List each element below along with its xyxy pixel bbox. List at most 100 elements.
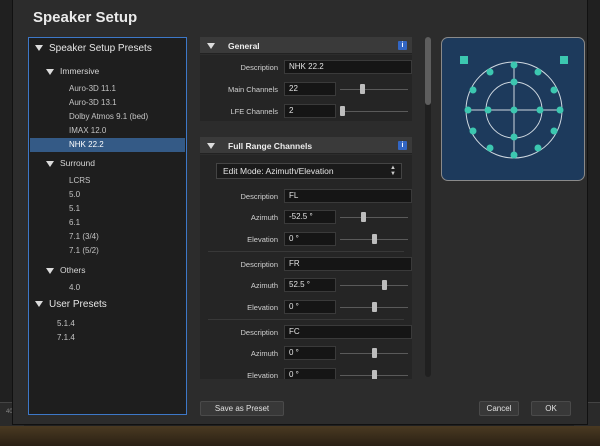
tree-group-immersive[interactable]: Immersive (46, 64, 99, 78)
description-field[interactable]: NHK 22.2 (284, 60, 412, 74)
speaker-marker[interactable] (510, 106, 518, 114)
azimuth-slider[interactable] (340, 348, 408, 358)
tree-root-speaker-setup-presets[interactable]: Speaker Setup Presets (35, 42, 152, 56)
lfe-channels-slider[interactable] (340, 106, 408, 116)
preset-item[interactable]: 4.0 (69, 281, 80, 295)
lfe-speaker-marker[interactable] (560, 56, 568, 64)
speaker-marker[interactable] (464, 106, 472, 114)
speaker-marker[interactable] (510, 78, 518, 86)
user-preset-item[interactable]: 7.1.4 (57, 331, 75, 345)
slider-thumb[interactable] (371, 370, 377, 379)
cancel-button[interactable]: Cancel (479, 401, 519, 416)
speaker-marker[interactable] (486, 144, 494, 152)
main-channels-field[interactable]: 22 (284, 82, 336, 96)
elevation-field[interactable]: 0 ° (284, 232, 336, 246)
expand-triangle-icon[interactable] (35, 301, 43, 308)
azimuth-field[interactable]: 0 ° (284, 346, 336, 360)
host-timeline-strip (0, 426, 600, 446)
lfe-channels-label: LFE Channels (230, 107, 278, 116)
elevation-field[interactable]: 0 ° (284, 368, 336, 379)
slider-thumb[interactable] (340, 106, 346, 116)
azimuth-field[interactable]: 52.5 ° (284, 278, 336, 292)
preset-item[interactable]: Auro-3D 13.1 (69, 96, 117, 110)
speaker-marker[interactable] (550, 127, 558, 135)
speaker-marker[interactable] (556, 106, 564, 114)
speaker-marker[interactable] (510, 61, 518, 69)
speaker-marker[interactable] (534, 68, 542, 76)
expand-triangle-icon[interactable] (46, 160, 54, 167)
elevation-field[interactable]: 0 ° (284, 300, 336, 314)
elevation-slider[interactable] (340, 302, 408, 312)
expand-triangle-icon[interactable] (46, 68, 54, 75)
main-channels-slider[interactable] (340, 84, 408, 94)
collapse-triangle-icon[interactable] (207, 43, 215, 49)
edit-mode-dropdown[interactable]: Edit Mode: Azimuth/Elevation ▲ ▼ (216, 163, 402, 179)
settings-scrollbar[interactable] (425, 37, 431, 377)
channel-description-field[interactable]: FL (284, 189, 412, 203)
channel-description-field[interactable]: FR (284, 257, 412, 271)
lfe-speaker-marker[interactable] (460, 56, 468, 64)
preset-item[interactable]: 5.0 (69, 188, 80, 202)
speaker-marker[interactable] (484, 106, 492, 114)
info-icon[interactable]: i (398, 141, 407, 150)
general-section-header[interactable]: General i (200, 37, 412, 54)
slider-thumb[interactable] (371, 234, 377, 244)
presets-panel[interactable]: Speaker Setup Presets Immersive Auro-3D … (28, 37, 187, 415)
elevation-label: Elevation (247, 303, 278, 312)
save-as-preset-button[interactable]: Save as Preset (200, 401, 284, 416)
collapse-triangle-icon[interactable] (207, 143, 215, 149)
info-icon[interactable]: i (398, 41, 407, 50)
speaker-layout-visualizer[interactable] (441, 37, 585, 181)
slider-thumb[interactable] (371, 302, 377, 312)
channel-description-label: Description (240, 260, 278, 269)
speaker-setup-dialog: Speaker Setup Speaker Setup Presets Imme… (12, 0, 588, 425)
preset-item[interactable]: Auro-3D 11.1 (69, 82, 116, 96)
full-range-section-header[interactable]: Full Range Channels i (200, 137, 412, 154)
user-preset-item[interactable]: 5.1.4 (57, 317, 75, 331)
expand-triangle-icon[interactable] (46, 267, 54, 274)
speaker-marker[interactable] (510, 151, 518, 159)
slider-thumb[interactable] (361, 212, 367, 222)
elevation-label: Elevation (247, 371, 278, 379)
description-label: Description (240, 63, 278, 72)
preset-item[interactable]: Dolby Atmos 9.1 (bed) (69, 110, 148, 124)
azimuth-slider[interactable] (340, 212, 408, 222)
elevation-label: Elevation (247, 235, 278, 244)
dialog-title: Speaker Setup (33, 9, 138, 26)
speaker-marker[interactable] (486, 68, 494, 76)
ok-button[interactable]: OK (531, 401, 571, 416)
slider-thumb[interactable] (381, 280, 387, 290)
expand-triangle-icon[interactable] (35, 45, 43, 52)
speaker-marker[interactable] (469, 86, 477, 94)
preset-item[interactable]: 7.1 (3/4) (69, 230, 99, 244)
speaker-marker[interactable] (469, 127, 477, 135)
preset-item[interactable]: LCRS (69, 174, 90, 188)
settings-panel[interactable]: General i Description NHK 22.2 Main Chan… (200, 37, 422, 379)
channel-description-field[interactable]: FC (284, 325, 412, 339)
tree-group-others[interactable]: Others (46, 263, 86, 277)
preset-item-selected[interactable]: NHK 22.2 (30, 138, 185, 152)
preset-item[interactable]: 6.1 (69, 216, 80, 230)
slider-thumb[interactable] (359, 84, 365, 94)
updown-arrows-icon: ▲ ▼ (390, 165, 396, 177)
speaker-marker[interactable] (536, 106, 544, 114)
azimuth-field[interactable]: -52.5 ° (284, 210, 336, 224)
group-label: Others (60, 265, 86, 275)
speaker-layout-graphic (460, 56, 568, 159)
scrollbar-thumb[interactable] (425, 37, 431, 105)
speaker-marker[interactable] (510, 133, 518, 141)
tree-root-user-presets[interactable]: User Presets (35, 298, 107, 312)
slider-thumb[interactable] (371, 348, 377, 358)
full-range-title: Full Range Channels (228, 141, 313, 151)
azimuth-slider[interactable] (340, 280, 408, 290)
elevation-slider[interactable] (340, 370, 408, 379)
speaker-marker[interactable] (550, 86, 558, 94)
speaker-marker[interactable] (534, 144, 542, 152)
full-range-section-body: Edit Mode: Azimuth/Elevation ▲ ▼ Descript… (200, 155, 412, 379)
lfe-channels-field[interactable]: 2 (284, 104, 336, 118)
tree-group-surround[interactable]: Surround (46, 156, 95, 170)
preset-item[interactable]: IMAX 12.0 (69, 124, 106, 138)
preset-item[interactable]: 5.1 (69, 202, 80, 216)
preset-item[interactable]: 7.1 (5/2) (69, 244, 99, 258)
elevation-slider[interactable] (340, 234, 408, 244)
